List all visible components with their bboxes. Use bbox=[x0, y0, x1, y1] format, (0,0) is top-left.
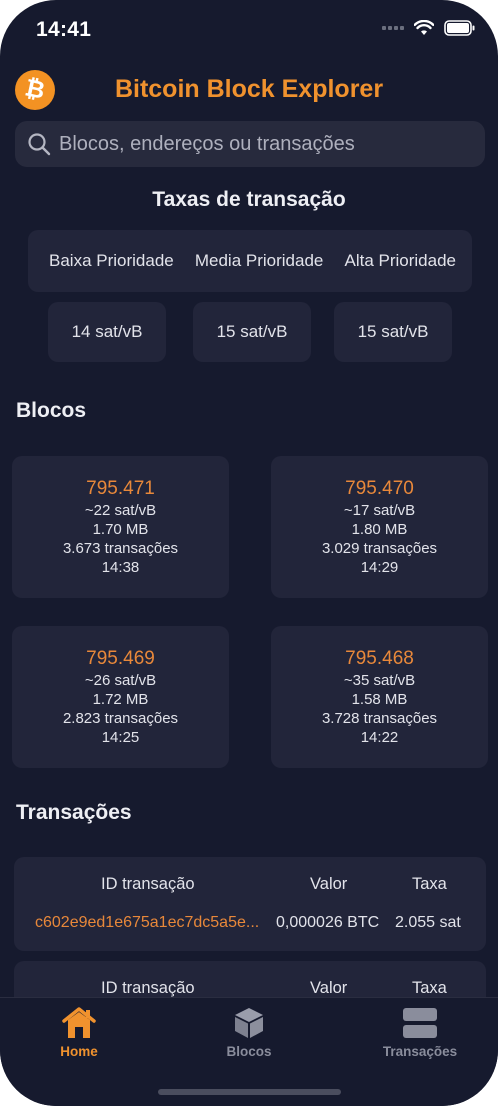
house-icon bbox=[62, 1007, 96, 1038]
tab-transactions[interactable]: Transações bbox=[360, 1006, 480, 1059]
block-size: 1.70 MB bbox=[92, 520, 149, 538]
search-icon bbox=[28, 133, 51, 156]
home-indicator bbox=[158, 1089, 341, 1095]
wifi-icon bbox=[414, 20, 434, 35]
app-header: ₿ Bitcoin Block Explorer bbox=[0, 66, 498, 114]
fee-value-medium: 15 sat/vB bbox=[193, 302, 311, 362]
block-card[interactable]: 795.471 ~22 sat/vB 1.70 MB 3.673 transaç… bbox=[12, 456, 229, 598]
search-bar[interactable] bbox=[15, 121, 485, 167]
transactions-section-title: Transações bbox=[16, 801, 132, 824]
block-size: 1.58 MB bbox=[351, 690, 408, 708]
tx-header-fee: Taxa bbox=[412, 979, 447, 997]
tx-header-fee: Taxa bbox=[412, 875, 447, 893]
block-time: 14:22 bbox=[360, 728, 399, 746]
block-height: 795.469 bbox=[86, 647, 155, 669]
fee-label-low: Baixa Prioridade bbox=[49, 251, 174, 270]
block-card[interactable]: 795.469 ~26 sat/vB 1.72 MB 2.823 transaç… bbox=[12, 626, 229, 768]
block-time: 14:38 bbox=[101, 558, 140, 576]
block-height: 795.470 bbox=[345, 477, 414, 499]
tab-home[interactable]: Home bbox=[19, 1006, 139, 1059]
block-card[interactable]: 795.470 ~17 sat/vB 1.80 MB 3.029 transaç… bbox=[271, 456, 488, 598]
tab-blocks-label: Blocos bbox=[226, 1044, 272, 1059]
app-title: Bitcoin Block Explorer bbox=[114, 75, 384, 103]
block-card[interactable]: 795.468 ~35 sat/vB 1.58 MB 3.728 transaç… bbox=[271, 626, 488, 768]
block-fee: ~26 sat/vB bbox=[84, 671, 157, 689]
block-height: 795.468 bbox=[345, 647, 414, 669]
stack-icon bbox=[403, 1008, 437, 1038]
tx-id-link[interactable]: c602e9ed1e675a1ec7dc5a5e... bbox=[35, 914, 259, 932]
search-input[interactable] bbox=[59, 132, 479, 156]
battery-icon bbox=[444, 20, 475, 36]
block-fee: ~22 sat/vB bbox=[84, 501, 157, 519]
phone-screen: 14:41 ₿ Bitcoin Block Explorer Blocos, e… bbox=[0, 0, 498, 1106]
fee-label-high: Alta Prioridade bbox=[344, 251, 456, 270]
block-time: 14:29 bbox=[360, 558, 399, 576]
status-bar: 14:41 bbox=[0, 0, 498, 60]
block-size: 1.80 MB bbox=[351, 520, 408, 538]
block-tx-count: 3.673 transações bbox=[62, 539, 179, 557]
fee-value-high: 15 sat/vB bbox=[334, 302, 452, 362]
tab-blocks[interactable]: Blocos bbox=[189, 1006, 309, 1059]
tx-fee: 2.055 sat bbox=[395, 914, 461, 931]
status-icons bbox=[382, 20, 476, 36]
block-fee: ~35 sat/vB bbox=[343, 671, 416, 689]
fees-title: Taxas de transação bbox=[152, 188, 346, 211]
fee-labels-row: Baixa Prioridade Media Prioridade Alta P… bbox=[28, 230, 472, 292]
tx-value: 0,000026 BTC bbox=[276, 914, 380, 931]
block-tx-count: 3.029 transações bbox=[321, 539, 438, 557]
fee-value-low: 14 sat/vB bbox=[48, 302, 166, 362]
transaction-card[interactable]: ID transação Valor Taxa c602e9ed1e675a1e… bbox=[14, 857, 486, 951]
blocks-section-title: Blocos bbox=[16, 399, 87, 422]
block-fee: ~17 sat/vB bbox=[343, 501, 416, 519]
block-tx-count: 3.728 transações bbox=[321, 709, 438, 727]
block-height: 795.471 bbox=[86, 477, 155, 499]
tx-header-id: ID transação bbox=[101, 979, 195, 997]
status-time: 14:41 bbox=[36, 18, 92, 41]
tab-home-label: Home bbox=[60, 1044, 98, 1059]
block-size: 1.72 MB bbox=[92, 690, 149, 708]
block-tx-count: 2.823 transações bbox=[62, 709, 179, 727]
block-time: 14:25 bbox=[101, 728, 140, 746]
signal-icon bbox=[382, 26, 404, 30]
cube-icon bbox=[235, 1008, 263, 1038]
tx-header-id: ID transação bbox=[101, 875, 195, 893]
tx-header-value: Valor bbox=[310, 979, 348, 997]
tx-header-value: Valor bbox=[310, 875, 348, 893]
tab-transactions-label: Transações bbox=[382, 1044, 458, 1059]
fee-label-medium: Media Prioridade bbox=[194, 251, 324, 270]
